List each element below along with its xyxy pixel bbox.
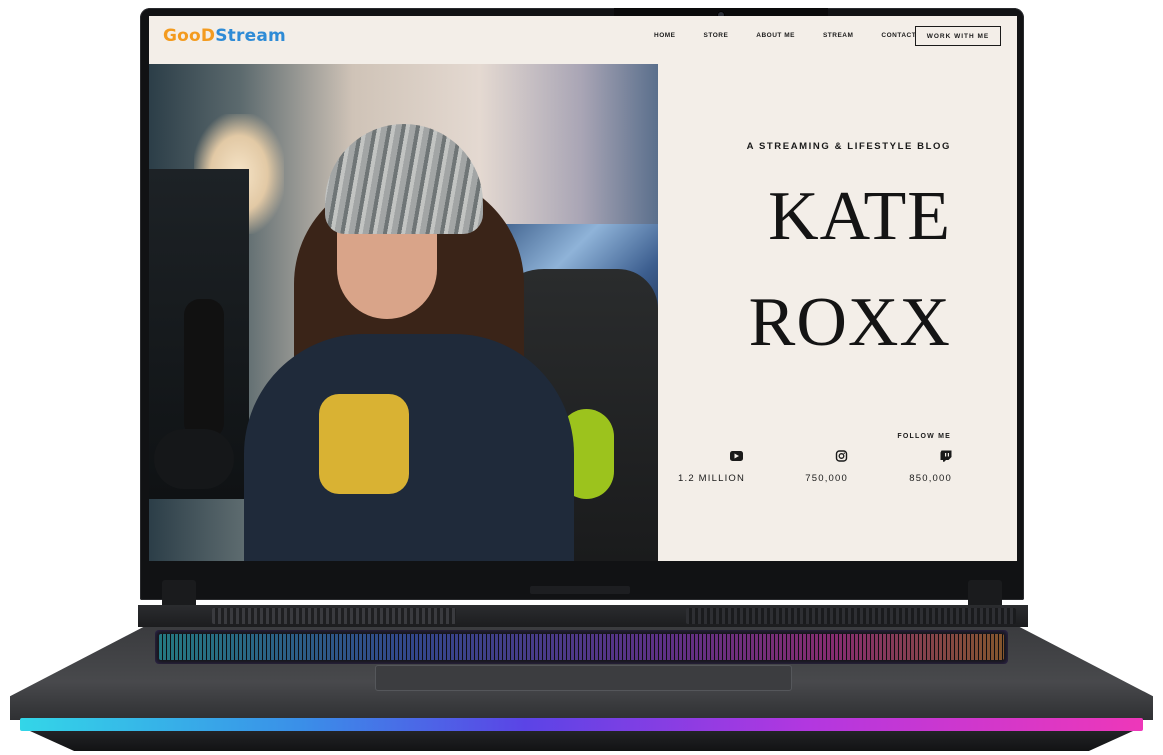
youtube-link[interactable]: 1.2 MILLION xyxy=(678,450,744,486)
laptop-foot xyxy=(30,731,1133,751)
youtube-icon xyxy=(730,451,743,461)
twitch-count: 850,000 xyxy=(909,473,952,484)
photo-headphones xyxy=(154,429,234,489)
hero-name-last: ROXX xyxy=(748,284,951,361)
instagram-link[interactable]: 750,000 xyxy=(802,450,848,486)
instagram-icon xyxy=(835,450,848,462)
photo-shirt xyxy=(319,394,409,494)
brand-logo-part-1: GooD xyxy=(163,26,216,46)
work-with-me-button[interactable]: WORK WITH ME xyxy=(915,26,1001,46)
photo-beanie xyxy=(325,124,483,234)
hero-text: A STREAMING & LIFESTYLE BLOG KATE ROXX F… xyxy=(658,64,1017,561)
hero-tagline: A STREAMING & LIFESTYLE BLOG xyxy=(746,141,951,152)
nav-stream[interactable]: STREAM xyxy=(823,32,853,46)
keyboard-keys xyxy=(159,634,1004,660)
hero-photo xyxy=(149,64,658,561)
brand-logo-part-2: Stream xyxy=(215,26,286,46)
lid-bottom-strip xyxy=(530,586,630,594)
nav-home[interactable]: HOME xyxy=(654,32,676,46)
touchpad xyxy=(375,665,792,691)
nav-store[interactable]: STORE xyxy=(704,32,729,46)
hero-name-first: KATE xyxy=(768,178,951,255)
vent-left xyxy=(212,608,456,624)
brand-logo[interactable]: GooDStream xyxy=(163,26,286,46)
main-nav: HOME STORE ABOUT ME STREAM CONTACT xyxy=(654,32,944,46)
nav-contact[interactable]: CONTACT xyxy=(881,32,916,46)
follow-me-label: FOLLOW ME xyxy=(897,433,951,440)
site-header: GooDStream HOME STORE ABOUT ME STREAM CO… xyxy=(149,16,1017,64)
twitch-link[interactable]: 850,000 xyxy=(906,450,952,486)
twitch-icon xyxy=(940,450,952,462)
instagram-count: 750,000 xyxy=(805,473,848,484)
laptop-screen: GooDStream HOME STORE ABOUT ME STREAM CO… xyxy=(149,16,1017,561)
vent-right xyxy=(686,608,1016,624)
photo-jacket xyxy=(244,334,574,561)
youtube-count: 1.2 MILLION xyxy=(678,473,746,484)
nav-about-me[interactable]: ABOUT ME xyxy=(756,32,795,46)
photo-microphone xyxy=(184,299,224,439)
rgb-light-strip xyxy=(20,718,1143,731)
keyboard xyxy=(155,630,1008,664)
